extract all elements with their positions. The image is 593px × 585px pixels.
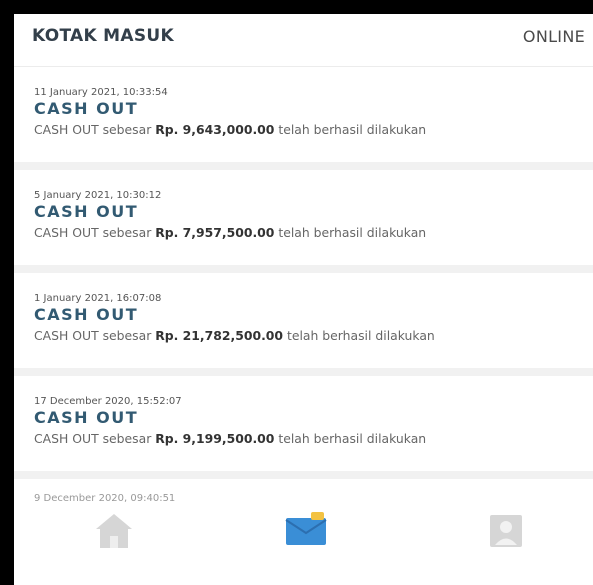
message-body-suffix: telah berhasil dilakukan: [278, 122, 427, 137]
message-title: CASH OUT: [34, 408, 139, 427]
message-date: 5 January 2021, 10:30:12: [34, 190, 162, 201]
message-title: CASH OUT: [34, 202, 139, 221]
message-body-prefix: CASH OUT sebesar: [34, 122, 152, 137]
message-item[interactable]: 5 January 2021, 10:30:12 CASH OUT CASH O…: [14, 170, 593, 265]
message-body: CASH OUT sebesar Rp. 21,782,500.00 telah…: [34, 328, 435, 343]
divider: [14, 471, 593, 479]
message-amount: Rp. 7,957,500.00: [155, 225, 275, 240]
divider: [14, 162, 593, 170]
message-item[interactable]: 11 January 2021, 10:33:54 CASH OUT CASH …: [14, 67, 593, 162]
inbox-icon: [285, 512, 327, 545]
connection-status: ONLINE: [522, 27, 585, 46]
tab-inbox[interactable]: [276, 502, 336, 562]
message-body: CASH OUT sebesar Rp. 7,957,500.00 telah …: [34, 225, 426, 240]
message-body-suffix: telah berhasil dilakukan: [286, 328, 435, 343]
message-item[interactable]: 17 December 2020, 15:52:07 CASH OUT CASH…: [14, 376, 593, 471]
message-item[interactable]: 1 January 2021, 16:07:08 CASH OUT CASH O…: [14, 273, 593, 368]
message-body: CASH OUT sebesar Rp. 9,643,000.00 telah …: [34, 122, 426, 137]
divider: [14, 368, 593, 376]
message-date: 11 January 2021, 10:33:54: [34, 87, 168, 98]
message-title: CASH OUT: [34, 305, 139, 324]
home-icon: [96, 514, 132, 548]
message-body: CASH OUT sebesar Rp. 9,199,500.00 telah …: [34, 431, 426, 446]
tab-profile[interactable]: [476, 502, 536, 562]
message-date: 1 January 2021, 16:07:08: [34, 293, 162, 304]
message-body-prefix: CASH OUT sebesar: [34, 431, 152, 446]
divider: [14, 265, 593, 273]
message-body-suffix: telah berhasil dilakukan: [278, 431, 427, 446]
top-bar: KOTAK MASUK ONLINE: [14, 14, 593, 67]
message-body-prefix: CASH OUT sebesar: [34, 225, 152, 240]
message-date: 17 December 2020, 15:52:07: [34, 396, 182, 407]
message-amount: Rp. 9,643,000.00: [155, 122, 275, 137]
bottom-tab-bar: [14, 502, 593, 585]
message-amount: Rp. 9,199,500.00: [155, 431, 275, 446]
message-body-prefix: CASH OUT sebesar: [34, 328, 152, 343]
message-amount: Rp. 21,782,500.00: [155, 328, 284, 343]
message-body-suffix: telah berhasil dilakukan: [278, 225, 427, 240]
profile-icon: [490, 515, 522, 547]
app-screen: KOTAK MASUK ONLINE 11 January 2021, 10:3…: [14, 14, 593, 585]
page-title: KOTAK MASUK: [32, 26, 174, 46]
message-title: CASH OUT: [34, 99, 139, 118]
tab-home[interactable]: [84, 502, 144, 562]
